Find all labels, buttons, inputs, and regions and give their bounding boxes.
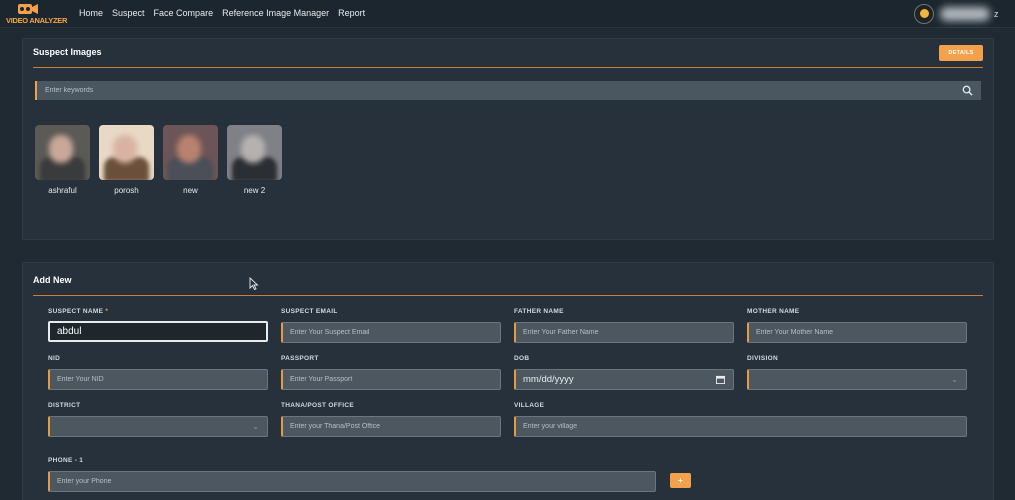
divider <box>33 67 983 68</box>
user-name: z <box>994 9 999 19</box>
thana-label: THANA/POST OFFICE <box>281 402 354 409</box>
nav-home[interactable]: Home <box>79 8 103 18</box>
suspect-photo[interactable] <box>163 125 218 180</box>
main-nav: Home Suspect Face Compare Reference Imag… <box>79 8 365 18</box>
thumbnail-card[interactable]: new <box>163 125 218 195</box>
add-phone-button[interactable]: + <box>670 473 691 488</box>
suspect-images-panel: Suspect Images DETAILS ashraful porosh <box>22 38 994 240</box>
nid-input[interactable] <box>48 369 268 390</box>
suspect-photo[interactable] <box>99 125 154 180</box>
nav-reference-image-manager[interactable]: Reference Image Manager <box>222 8 329 18</box>
division-label: DIVISION <box>747 355 778 362</box>
chevron-down-icon: ⌄ <box>252 422 259 431</box>
mother-name-label: MOTHER NAME <box>747 308 800 315</box>
search-input[interactable] <box>45 81 945 100</box>
phone-input[interactable] <box>48 471 656 492</box>
user-menu[interactable]: z <box>914 3 1009 25</box>
thumbnail-label: new <box>183 186 198 195</box>
avatar[interactable] <box>914 4 934 24</box>
district-label: DISTRICT <box>48 402 81 409</box>
suspect-name-label-text: SUSPECT NAME <box>48 308 104 315</box>
nav-suspect[interactable]: Suspect <box>112 8 145 18</box>
mouse-cursor-icon <box>249 277 259 290</box>
district-select[interactable]: ⌄ <box>48 416 268 437</box>
suspect-images-title: Suspect Images <box>33 47 102 57</box>
nav-face-compare[interactable]: Face Compare <box>154 8 214 18</box>
dob-label: DOB <box>514 355 530 362</box>
search-bar <box>35 81 981 100</box>
thumbnail-label: porosh <box>114 186 139 195</box>
thana-input[interactable] <box>281 416 501 437</box>
passport-label: PASSPORT <box>281 355 319 362</box>
suspect-name-input[interactable] <box>48 321 268 342</box>
dob-date-input[interactable]: mm/dd/yyyy <box>514 369 734 390</box>
village-input[interactable] <box>514 416 967 437</box>
logo-text: VIDEO ANALYZER <box>6 16 68 25</box>
suspect-photo[interactable] <box>35 125 90 180</box>
thumbnail-card[interactable]: new 2 <box>227 125 282 195</box>
suspect-photo[interactable] <box>227 125 282 180</box>
village-label: VILLAGE <box>514 402 545 409</box>
mother-name-input[interactable] <box>747 322 967 343</box>
thumbnail-card[interactable]: porosh <box>99 125 154 195</box>
suspect-email-label: SUSPECT EMAIL <box>281 308 338 315</box>
phone-label: PHONE - 1 <box>48 457 84 464</box>
top-navbar: VIDEO ANALYZER Home Suspect Face Compare… <box>0 0 1015 28</box>
dob-value: mm/dd/yyyy <box>523 374 574 385</box>
thumbnail-card[interactable]: ashraful <box>35 125 90 195</box>
suspect-thumbnails: ashraful porosh new new 2 <box>35 125 282 195</box>
details-button[interactable]: DETAILS <box>939 45 983 61</box>
father-name-input[interactable] <box>514 322 734 343</box>
user-name-blurred <box>940 7 990 21</box>
add-new-title: Add New <box>33 275 72 285</box>
nid-label: NID <box>48 355 61 362</box>
thumbnail-label: ashraful <box>48 186 77 195</box>
calendar-icon[interactable] <box>716 375 725 384</box>
division-select[interactable]: ⌄ <box>747 369 967 390</box>
add-new-panel: Add New SUSPECT NAME * SUSPECT EMAIL FAT… <box>22 262 994 500</box>
passport-input[interactable] <box>281 369 501 390</box>
nav-report[interactable]: Report <box>338 8 365 18</box>
camera-icon <box>18 4 38 14</box>
father-name-label: FATHER NAME <box>514 308 564 315</box>
divider <box>33 295 983 296</box>
required-mark: * <box>105 308 109 315</box>
suspect-email-input[interactable] <box>281 322 501 343</box>
suspect-name-label: SUSPECT NAME * <box>48 308 108 315</box>
thumbnail-label: new 2 <box>243 186 266 195</box>
search-icon[interactable] <box>962 85 973 96</box>
chevron-down-icon: ⌄ <box>951 375 958 384</box>
app-logo[interactable]: VIDEO ANALYZER <box>6 2 68 26</box>
